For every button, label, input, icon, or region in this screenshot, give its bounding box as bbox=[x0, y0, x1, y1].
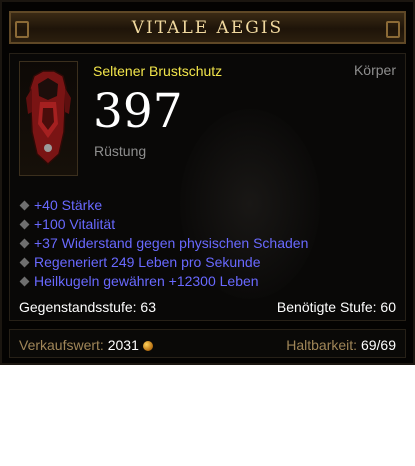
armor-label: Rüstung bbox=[94, 143, 147, 159]
item-name: Seltener Brustschutz bbox=[93, 63, 223, 79]
affix-item: +37 Widerstand gegen physischen Schaden bbox=[19, 234, 308, 253]
item-slot: Körper bbox=[353, 62, 396, 78]
durability: Haltbarkeit: 69/69 bbox=[286, 337, 396, 353]
required-level: Benötigte Stufe: 60 bbox=[276, 299, 396, 315]
footer-panel: Verkaufswert: 2031 Haltbarkeit: 69/69 bbox=[9, 329, 406, 358]
armor-value: 397 bbox=[93, 84, 183, 139]
title-bar: VITALE AEGIS bbox=[9, 11, 406, 44]
affix-item: Heilkugeln gewähren +12300 Leben bbox=[19, 272, 308, 291]
affix-text: +100 Vitalität bbox=[34, 216, 116, 232]
item-level: Gegenstandsstufe: 63 bbox=[19, 299, 156, 315]
bullet-icon bbox=[19, 200, 30, 211]
affix-item: +100 Vitalität bbox=[19, 215, 308, 234]
bullet-icon bbox=[19, 276, 30, 287]
affix-text: +37 Widerstand gegen physischen Schaden bbox=[34, 235, 309, 251]
durability-value: 69/69 bbox=[360, 337, 396, 353]
affix-text: Heilkugeln gewähren +12300 Leben bbox=[34, 273, 259, 289]
affix-item: +40 Stärke bbox=[19, 196, 308, 215]
gold-coin-icon bbox=[142, 341, 153, 351]
bullet-icon bbox=[19, 219, 30, 230]
item-title: VITALE AEGIS bbox=[131, 17, 284, 38]
item-details-panel: Seltener Brustschutz Körper 397 Rüstung … bbox=[9, 53, 406, 321]
affix-text: +40 Stärke bbox=[34, 197, 103, 213]
affix-text: Regeneriert 249 Leben pro Sekunde bbox=[34, 254, 261, 270]
sell-value: Verkaufswert: 2031 bbox=[19, 337, 153, 353]
sell-label: Verkaufswert: bbox=[19, 337, 104, 353]
chest-armor-icon bbox=[19, 61, 78, 176]
affix-item: Regeneriert 249 Leben pro Sekunde bbox=[19, 253, 308, 272]
sell-amount: 2031 bbox=[107, 337, 139, 353]
durability-label: Haltbarkeit: bbox=[286, 337, 358, 353]
item-tooltip: VITALE AEGIS Seltener Brustschutz Körper… bbox=[0, 0, 415, 365]
bullet-icon bbox=[19, 238, 30, 249]
bullet-icon bbox=[19, 257, 30, 268]
affix-list: +40 Stärke +100 Vitalität +37 Widerstand… bbox=[19, 196, 308, 291]
